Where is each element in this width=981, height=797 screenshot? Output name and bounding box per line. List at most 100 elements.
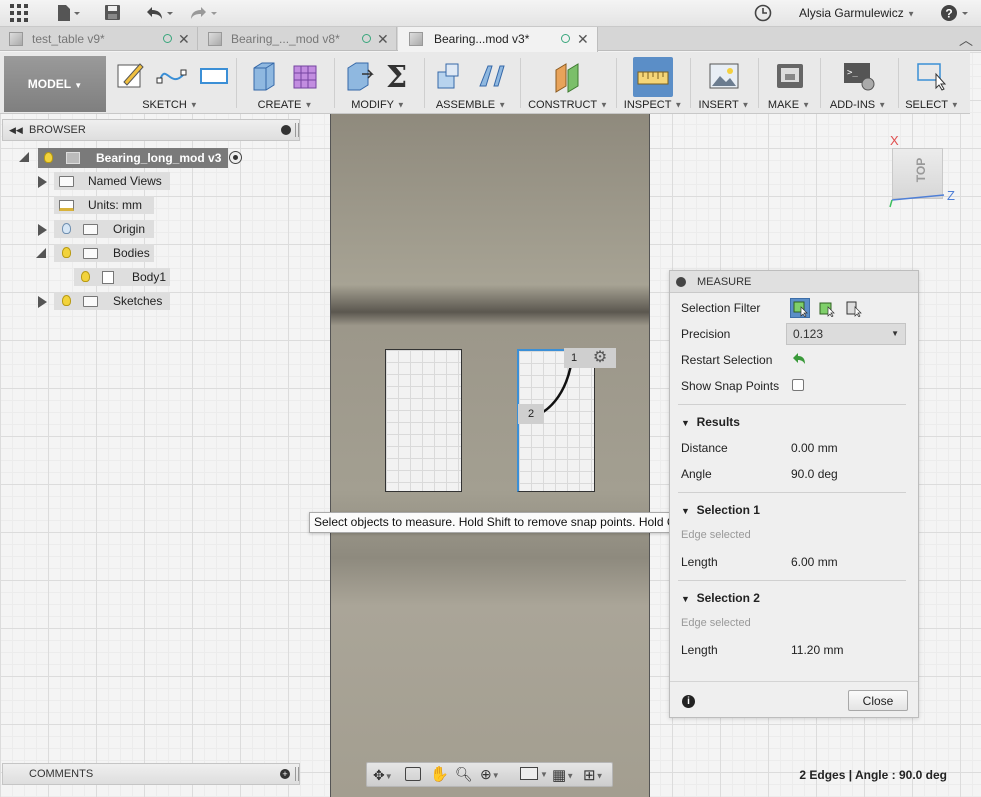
add-comment-icon[interactable]: + bbox=[280, 769, 290, 779]
visibility-bulb-icon[interactable] bbox=[62, 295, 71, 306]
tab-test-table[interactable]: test_table v9* ✕ bbox=[0, 27, 198, 51]
close-tab-icon[interactable]: ✕ bbox=[178, 27, 190, 51]
pan-icon[interactable]: ✋ bbox=[430, 765, 449, 783]
results-section[interactable]: ▼ Results bbox=[681, 415, 740, 429]
show-snap-points-label: Show Snap Points bbox=[681, 379, 780, 393]
select-body-filter-icon[interactable] bbox=[790, 298, 810, 318]
construct-group[interactable]: CONSTRUCT ▼ bbox=[524, 52, 612, 114]
folder-icon bbox=[83, 248, 98, 259]
extrude-icon[interactable] bbox=[248, 60, 278, 91]
settings-callout[interactable]: ⚙ bbox=[584, 348, 616, 368]
folder-icon bbox=[83, 296, 98, 307]
modify-group[interactable]: Σ MODIFY ▼ bbox=[338, 52, 418, 114]
undo-icon[interactable] bbox=[143, 4, 177, 22]
group-label: MAKE ▼ bbox=[767, 99, 811, 111]
show-snap-points-checkbox[interactable] bbox=[792, 379, 804, 391]
job-status-icon[interactable] bbox=[754, 4, 772, 22]
activate-radio-icon[interactable] bbox=[229, 151, 242, 164]
save-icon[interactable] bbox=[104, 4, 121, 22]
select-face-filter-icon[interactable] bbox=[818, 299, 838, 319]
browser-item-named-views[interactable]: Named Views bbox=[54, 172, 170, 190]
model-body[interactable]: 1 ⚙ 2 bbox=[330, 114, 650, 797]
browser-item-origin[interactable]: Origin bbox=[54, 220, 154, 238]
collapse-arrow-icon[interactable] bbox=[36, 248, 46, 258]
viewports-icon[interactable]: ⊞▼ bbox=[583, 766, 604, 784]
selection-1-section[interactable]: ▼ Selection 1 bbox=[681, 503, 760, 517]
document-tabs: test_table v9* ✕ Bearing_..._mod v8* ✕ B… bbox=[0, 27, 981, 52]
precision-select[interactable]: 0.123 ▼ bbox=[786, 323, 906, 345]
measure-header[interactable]: MEASURE bbox=[670, 271, 918, 293]
assemble-group[interactable]: ASSEMBLE ▼ bbox=[428, 52, 514, 114]
expand-arrow-icon[interactable] bbox=[38, 224, 47, 236]
select-group[interactable]: SELECT ▼ bbox=[902, 52, 962, 114]
sketch-group[interactable]: SKETCH ▼ bbox=[110, 52, 230, 114]
insert-image-icon[interactable] bbox=[708, 60, 739, 90]
collapse-tabs-icon[interactable]: ︿ bbox=[959, 30, 973, 50]
joint-icon[interactable] bbox=[476, 60, 506, 90]
scripts-icon[interactable]: >_ bbox=[842, 60, 875, 91]
browser-item-sketches[interactable]: Sketches bbox=[54, 292, 170, 310]
display-settings-icon[interactable] bbox=[520, 767, 538, 780]
restart-selection-icon[interactable] bbox=[790, 351, 806, 370]
comments-panel[interactable]: COMMENTS + bbox=[2, 763, 300, 785]
press-pull-icon[interactable] bbox=[342, 60, 374, 91]
select-icon[interactable] bbox=[916, 60, 947, 91]
tab-bearing-v8[interactable]: Bearing_..._mod v8* ✕ bbox=[199, 27, 397, 51]
panel-handle-icon[interactable] bbox=[295, 767, 299, 781]
file-icon[interactable] bbox=[56, 4, 80, 22]
make-group[interactable]: MAKE ▼ bbox=[762, 52, 816, 114]
visibility-bulb-icon[interactable] bbox=[62, 247, 71, 258]
browser-item-body1[interactable]: Body1 bbox=[74, 268, 170, 286]
info-icon[interactable]: i bbox=[682, 695, 695, 708]
tab-bearing-v3[interactable]: Bearing...mod v3* ✕ bbox=[398, 27, 598, 52]
collapse-browser-icon[interactable]: ◀◀ bbox=[9, 120, 23, 140]
root-label: Bearing_long_mod v3 bbox=[96, 151, 222, 165]
new-component-icon[interactable] bbox=[434, 60, 464, 90]
gear-icon[interactable]: ⚙ bbox=[593, 349, 607, 366]
panel-handle-icon[interactable] bbox=[295, 123, 299, 137]
selection-2-title: Selection 2 bbox=[696, 591, 760, 605]
insert-group[interactable]: INSERT ▼ bbox=[694, 52, 754, 114]
parameters-icon[interactable]: Σ bbox=[384, 60, 414, 95]
select-component-filter-icon[interactable] bbox=[845, 299, 865, 319]
grid-settings-icon[interactable]: ▦▼ bbox=[552, 766, 574, 784]
orbit-icon[interactable]: ✥▼ bbox=[373, 767, 393, 784]
user-menu[interactable]: Alysia Garmulewicz ▼ bbox=[799, 6, 915, 20]
inspect-group[interactable]: INSPECT ▼ bbox=[620, 52, 686, 114]
create-sketch-icon[interactable] bbox=[116, 60, 146, 90]
browser-root[interactable]: Bearing_long_mod v3 bbox=[38, 148, 228, 168]
expand-arrow-icon[interactable] bbox=[38, 296, 47, 308]
redo-icon[interactable] bbox=[187, 4, 221, 22]
workspace-switcher[interactable]: MODEL ▼ bbox=[4, 56, 106, 112]
collapse-arrow-icon[interactable] bbox=[19, 152, 29, 162]
measure-icon[interactable] bbox=[633, 57, 673, 97]
visibility-bulb-icon[interactable] bbox=[81, 271, 90, 282]
close-tab-icon[interactable]: ✕ bbox=[577, 27, 589, 51]
offset-plane-icon[interactable] bbox=[552, 60, 582, 93]
line-icon[interactable] bbox=[156, 60, 187, 90]
add-ins-group[interactable]: >_ ADD-INS ▼ bbox=[824, 52, 892, 114]
zoom-icon[interactable]: 🔍︎ bbox=[455, 766, 473, 783]
collapse-panel-icon[interactable] bbox=[676, 277, 686, 287]
close-tab-icon[interactable]: ✕ bbox=[377, 27, 389, 51]
create-group[interactable]: CREATE ▼ bbox=[240, 52, 330, 114]
pattern-icon[interactable] bbox=[290, 60, 320, 90]
left-face[interactable] bbox=[385, 349, 462, 492]
fit-icon[interactable]: ⊕▼ bbox=[480, 766, 500, 783]
help-icon[interactable]: ? bbox=[940, 4, 972, 22]
apps-grid-icon[interactable] bbox=[10, 4, 28, 22]
folder-icon bbox=[59, 176, 74, 187]
look-at-icon[interactable] bbox=[405, 767, 421, 781]
browser-header[interactable]: ◀◀ BROWSER bbox=[2, 119, 300, 141]
selection-2-section[interactable]: ▼ Selection 2 bbox=[681, 591, 760, 605]
expand-arrow-icon[interactable] bbox=[38, 176, 47, 188]
minimize-icon[interactable] bbox=[281, 125, 291, 135]
close-button[interactable]: Close bbox=[848, 690, 908, 711]
rectangle-icon[interactable] bbox=[198, 60, 228, 90]
browser-item-bodies[interactable]: Bodies bbox=[54, 244, 154, 262]
visibility-bulb-icon[interactable] bbox=[62, 223, 71, 234]
browser-item-units[interactable]: Units: mm bbox=[54, 196, 154, 214]
3d-print-icon[interactable] bbox=[774, 60, 804, 90]
visibility-bulb-icon[interactable] bbox=[44, 152, 53, 163]
precision-label: Precision bbox=[681, 327, 731, 341]
